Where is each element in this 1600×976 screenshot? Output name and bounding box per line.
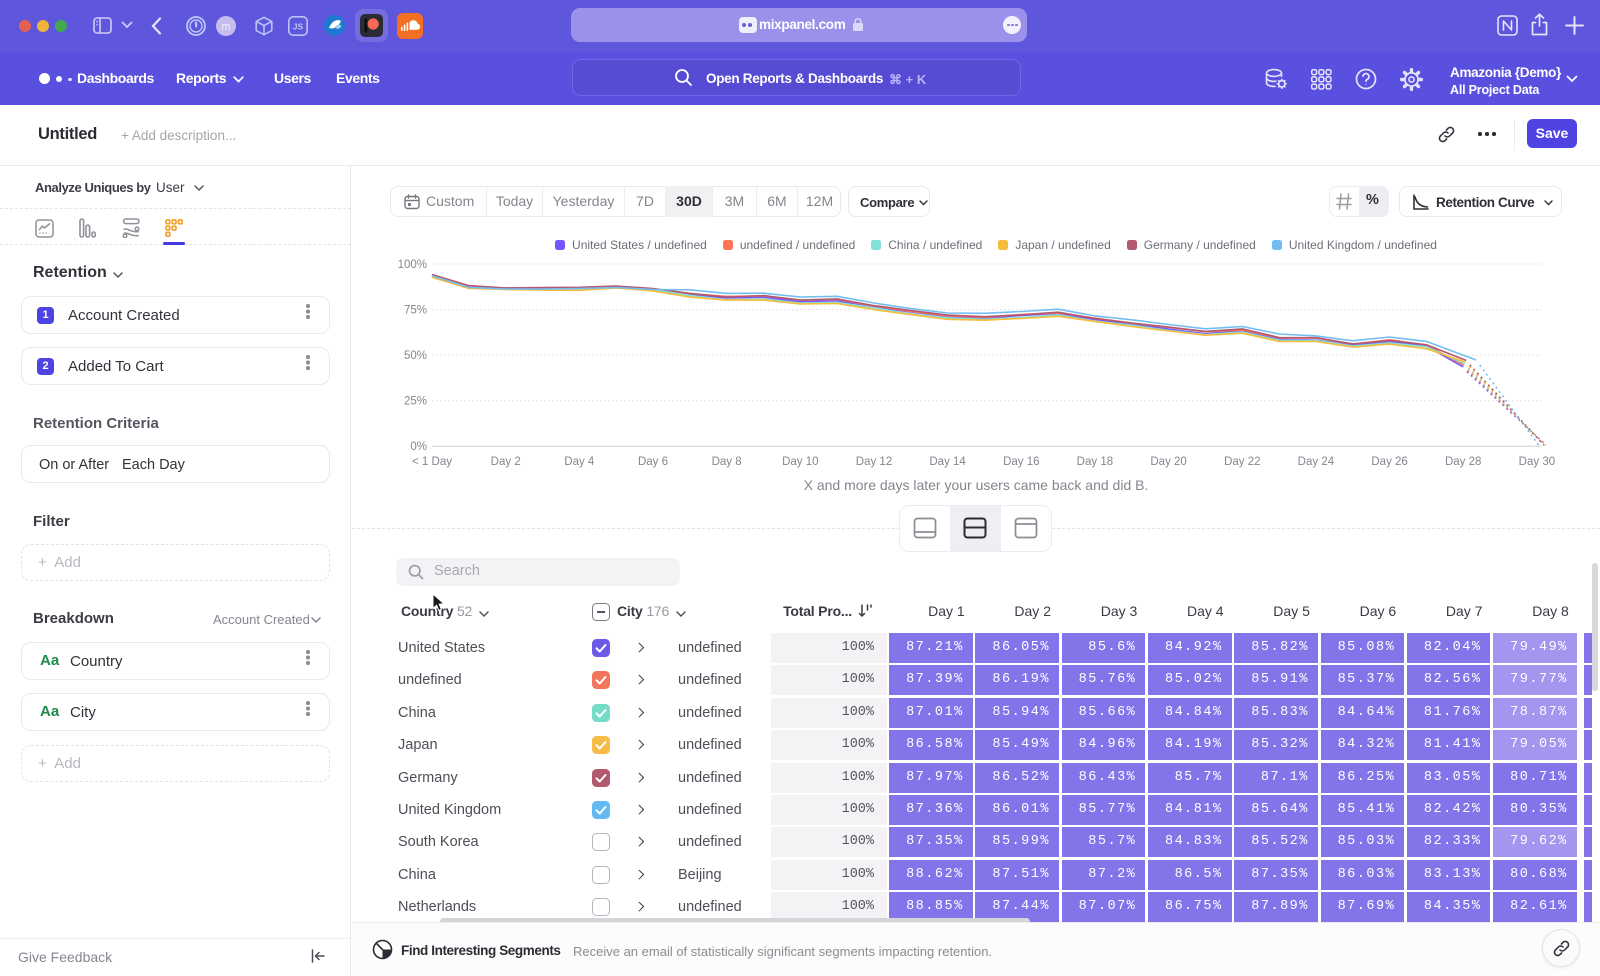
svg-text:Day 30: Day 30 <box>1519 456 1555 468</box>
svg-text:Day 22: Day 22 <box>1224 456 1260 468</box>
svg-text:50%: 50% <box>404 350 427 362</box>
svg-text:Day 18: Day 18 <box>1077 456 1113 468</box>
svg-text:Day 8: Day 8 <box>712 456 742 468</box>
svg-text:Day 6: Day 6 <box>638 456 668 468</box>
svg-text:Day 16: Day 16 <box>1003 456 1039 468</box>
svg-text:75%: 75% <box>404 305 427 317</box>
svg-text:0%: 0% <box>410 441 427 453</box>
svg-text:100%: 100% <box>398 259 427 271</box>
svg-text:Day 24: Day 24 <box>1298 456 1335 468</box>
svg-text:Day 2: Day 2 <box>491 456 521 468</box>
svg-text:Day 14: Day 14 <box>929 456 966 468</box>
svg-text:< 1 Day: < 1 Day <box>412 456 452 468</box>
svg-text:Day 26: Day 26 <box>1371 456 1407 468</box>
svg-text:Day 4: Day 4 <box>564 456 595 468</box>
svg-text:25%: 25% <box>404 396 427 408</box>
svg-text:Day 10: Day 10 <box>782 456 818 468</box>
svg-text:Day 20: Day 20 <box>1150 456 1186 468</box>
svg-text:Day 12: Day 12 <box>856 456 892 468</box>
svg-text:JS: JS <box>293 22 304 32</box>
svg-text:m: m <box>221 21 230 33</box>
svg-text:Day 28: Day 28 <box>1445 456 1481 468</box>
